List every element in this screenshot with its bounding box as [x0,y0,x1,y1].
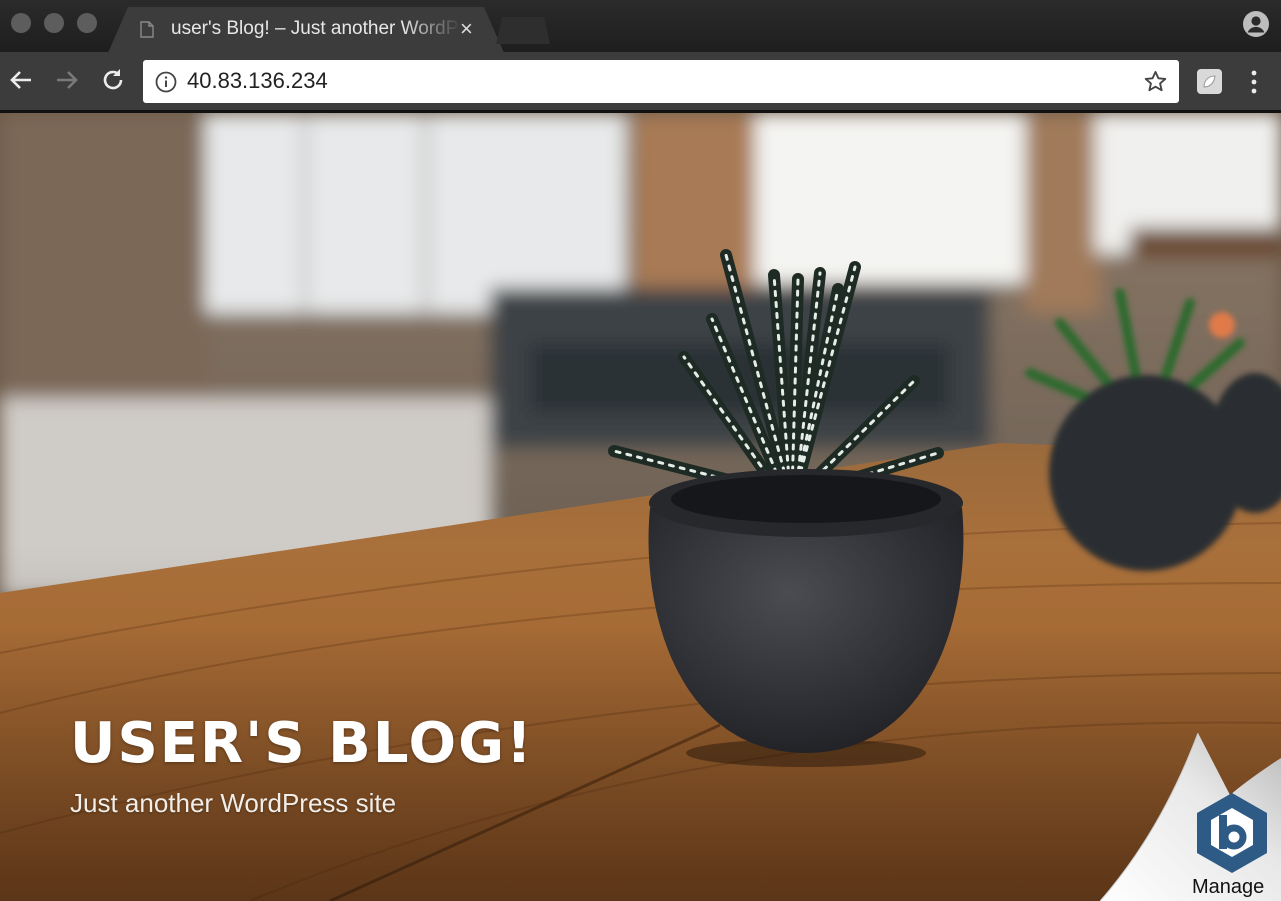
forward-arrow-icon[interactable] [52,65,82,95]
extension-icon[interactable] [1196,68,1223,95]
vertical-dots-icon[interactable] [1244,68,1264,96]
window-zoom-button[interactable] [77,13,97,33]
manage-label[interactable]: Manage [1192,876,1264,899]
browser-title-bar: user's Blog! – Just another WordPress si… [0,0,1281,53]
star-outline-icon[interactable] [1143,69,1168,94]
address-bar[interactable]: 40.83.136.234 [143,60,1179,103]
url-text[interactable]: 40.83.136.234 [187,68,328,94]
window-minimize-button[interactable] [44,13,64,33]
browser-toolbar: 40.83.136.234 [0,52,1281,110]
tab-close-icon[interactable]: × [460,16,473,42]
hero-background-photo [0,113,1281,901]
site-tagline: Just another WordPress site [70,788,397,818]
account-circle-icon[interactable] [1242,10,1270,38]
browser-tab-active[interactable]: user's Blog! – Just another WordPress si… [108,7,504,53]
back-arrow-icon[interactable] [6,65,36,95]
info-circle-icon[interactable] [155,71,177,93]
reload-icon[interactable] [98,65,128,95]
document-icon [140,21,154,38]
tab-title: user's Blog! – Just another WordPress si… [171,18,461,39]
new-tab-button[interactable] [496,17,550,44]
site-title[interactable]: USER'S BLOG! [70,711,534,776]
hero-header-image: USER'S BLOG! Just another WordPress site… [0,113,1281,901]
window-close-button[interactable] [11,13,31,33]
